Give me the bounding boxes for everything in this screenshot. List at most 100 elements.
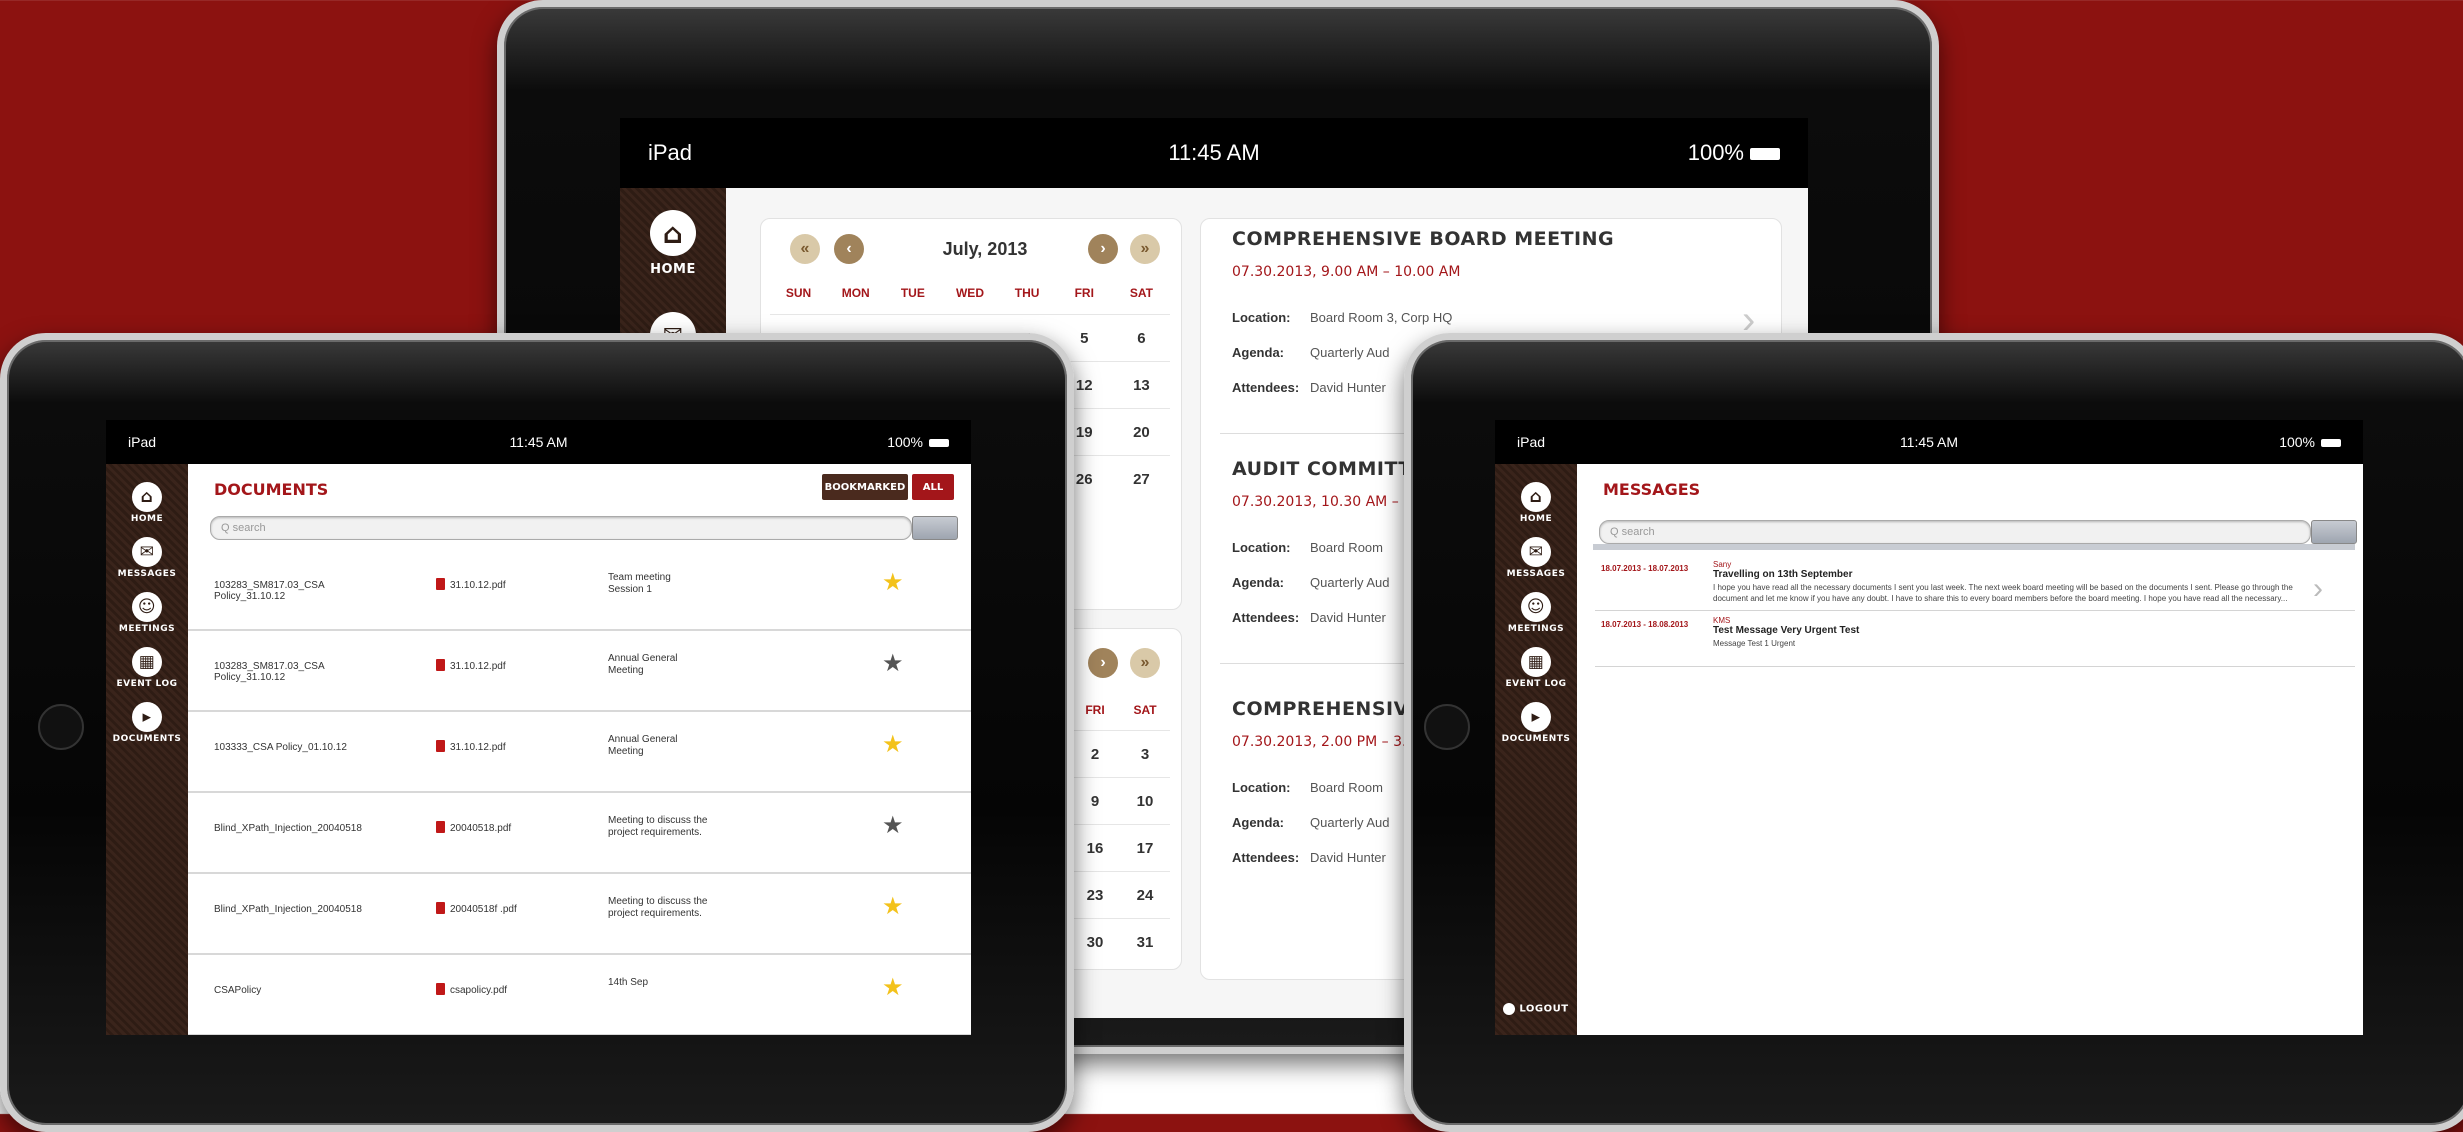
home-button[interactable] (38, 704, 84, 750)
calendar-day[interactable]: 20 (1113, 424, 1170, 441)
meeting-title[interactable]: COMPREHENSIVE BOARD MEETING (1232, 228, 1614, 250)
meeting-agenda: Agenda: Quarterly Aud (1232, 345, 1390, 360)
table-row[interactable]: 103283_SM817.03_CSA Policy_31.10.12 31.10… (188, 631, 971, 712)
prev-month-button[interactable]: ‹ (834, 234, 864, 264)
calendar-week: 30 31 (1070, 918, 1170, 965)
file-link[interactable]: 31.10.12.pdf (450, 742, 506, 753)
calendar-day[interactable]: 10 (1120, 793, 1170, 810)
file-link[interactable]: 20040518.pdf (450, 823, 511, 834)
calendar-day[interactable]: 24 (1120, 887, 1170, 904)
status-bar: iPad 11:45 AM 100% (620, 118, 1808, 188)
calendar-day[interactable]: 3 (1120, 746, 1170, 763)
nav-event-log[interactable]: ▦ EVENT LOG (1495, 647, 1577, 689)
nav-label: DOCUMENTS (1501, 734, 1571, 744)
nav-documents[interactable]: ▸ DOCUMENTS (106, 702, 188, 744)
attendees-value: David Hunter (1310, 380, 1386, 395)
meeting-attendees: Attendees: David Hunter (1232, 850, 1386, 865)
search-input[interactable]: Q search (210, 516, 912, 540)
calendar-week: 23 (1070, 730, 1170, 777)
calendar-day[interactable]: 16 (1070, 840, 1120, 857)
calendar-day[interactable]: 27 (1113, 471, 1170, 488)
home-button[interactable] (1424, 704, 1470, 750)
documents-table: 103283_SM817.03_CSA Policy_31.10.12 31.10… (188, 550, 971, 1035)
calendar-day[interactable]: 30 (1070, 934, 1120, 951)
all-button[interactable]: ALL (912, 474, 954, 500)
calendar-day[interactable]: 6 (1113, 330, 1170, 347)
file-link[interactable]: csapolicy.pdf (450, 985, 507, 996)
next-month-button[interactable]: › (1088, 234, 1118, 264)
nav-documents[interactable]: ▸ DOCUMENTS (1495, 702, 1577, 744)
nav-label: HOME (1519, 514, 1553, 524)
nav-home[interactable]: ⌂ HOME (1495, 482, 1577, 524)
battery-icon (929, 439, 949, 448)
search-input[interactable]: Q search (1599, 520, 2311, 544)
calendar-day[interactable]: 17 (1120, 840, 1170, 857)
star-outline-icon[interactable]: ★ (882, 811, 904, 840)
nav-meetings[interactable]: ☺ MEETINGS (106, 592, 188, 634)
mail-icon: ✉ (1521, 537, 1551, 567)
calendar-day[interactable]: 23 (1070, 887, 1120, 904)
pdf-icon (436, 821, 445, 833)
search-button[interactable] (912, 516, 958, 540)
table-row[interactable]: Blind_XPath_Injection_20040518 20040518.p… (188, 793, 971, 874)
file-link[interactable]: 20040518f .pdf (450, 904, 517, 915)
next-year-button[interactable]: » (1130, 234, 1160, 264)
nav-mail[interactable]: ✉ MESSAGES (106, 537, 188, 579)
nav-label: MESSAGES (117, 569, 177, 579)
attendees-label: Attendees: (1232, 610, 1300, 625)
pdf-icon (436, 902, 445, 914)
power-icon (1503, 1003, 1516, 1015)
table-row[interactable]: Blind_XPath_Injection_20040518 20040518f … (188, 874, 971, 955)
star-filled-icon[interactable]: ★ (882, 892, 904, 921)
mail-icon: ✉ (132, 537, 162, 567)
document-name: Blind_XPath_Injection_20040518 (214, 823, 362, 834)
calendar-lower-grid: 2 3 9 10 16 17 23 24 30 31 (1070, 730, 1170, 965)
star-filled-icon[interactable]: ★ (882, 973, 904, 1002)
chevron-right-icon[interactable]: › (2313, 572, 2323, 606)
nav-mail[interactable]: ✉ MESSAGES (1495, 537, 1577, 579)
document-name: 103333_CSA Policy_01.10.12 (214, 742, 347, 753)
meeting-date: 07.30.2013, 9.00 AM – 10.00 AM (1232, 264, 1461, 280)
agenda-value: Quarterly Aud (1310, 815, 1390, 830)
table-row[interactable]: 103283_SM817.03_CSA Policy_31.10.12 31.10… (188, 550, 971, 631)
pdf-icon (436, 983, 445, 995)
clock: 11:45 AM (1899, 434, 1959, 450)
bookmarked-button[interactable]: BOOKMARKED (822, 474, 908, 500)
file-link[interactable]: 31.10.12.pdf (450, 661, 506, 672)
table-row[interactable]: CSAPolicy csapolicy.pdf 14th Sep ★ (188, 955, 971, 1035)
battery-icon (2321, 439, 2341, 448)
message-subject[interactable]: Test Message Very Urgent Test (1713, 625, 1859, 636)
nav-event-log[interactable]: ▦ EVENT LOG (106, 647, 188, 689)
nav-meetings[interactable]: ☺ MEETINGS (1495, 592, 1577, 634)
calendar-day[interactable]: 31 (1120, 934, 1170, 951)
document-name: 103283_SM817.03_CSA Policy_31.10.12 (214, 580, 325, 602)
prev-year-button[interactable]: « (790, 234, 820, 264)
calendar-day[interactable]: 13 (1113, 377, 1170, 394)
star-filled-icon[interactable]: ★ (882, 568, 904, 597)
calendar-day[interactable]: 9 (1070, 793, 1120, 810)
pdf-icon (436, 659, 445, 671)
next-month-button-lower[interactable]: › (1088, 648, 1118, 678)
meeting-attendees: Attendees: David Hunter (1232, 610, 1386, 625)
calendar-day[interactable]: 2 (1070, 746, 1120, 763)
message-date: 18.07.2013 - 18.08.2013 (1601, 620, 1689, 629)
nav-label: MEETINGS (1507, 624, 1565, 634)
calendar-day[interactable]: 5 (1056, 330, 1113, 347)
table-row[interactable]: 103333_CSA Policy_01.10.12 31.10.12.pdf An… (188, 712, 971, 793)
nav-label: HOME (130, 514, 164, 524)
star-outline-icon[interactable]: ★ (882, 649, 904, 678)
right-screen: iPad 11:45 AM 100% ⌂ HOME ✉ MESSAGES ☺ MEETIN… (1495, 420, 2363, 1035)
nav-home[interactable]: ⌂ HOME (106, 482, 188, 524)
message-subject[interactable]: Travelling on 13th September (1713, 569, 1852, 580)
file-link[interactable]: 31.10.12.pdf (450, 580, 506, 591)
star-filled-icon[interactable]: ★ (882, 730, 904, 759)
logout-button[interactable]: LOGOUT (1495, 1003, 1577, 1015)
search-button[interactable] (2311, 520, 2357, 544)
divider (1595, 610, 2355, 611)
meeting-location: Location: Board Room 3, Corp HQ (1232, 310, 1452, 325)
document-description: Meeting to discuss the project requireme… (608, 815, 708, 838)
message-sender: KMS (1713, 616, 1731, 625)
left-screen: iPad 11:45 AM 100% ⌂ HOME ✉ MESSAGES ☺ MEETIN… (106, 420, 971, 1035)
next-year-button-lower[interactable]: » (1130, 648, 1160, 678)
nav-home[interactable]: ⌂ HOME (620, 210, 726, 277)
